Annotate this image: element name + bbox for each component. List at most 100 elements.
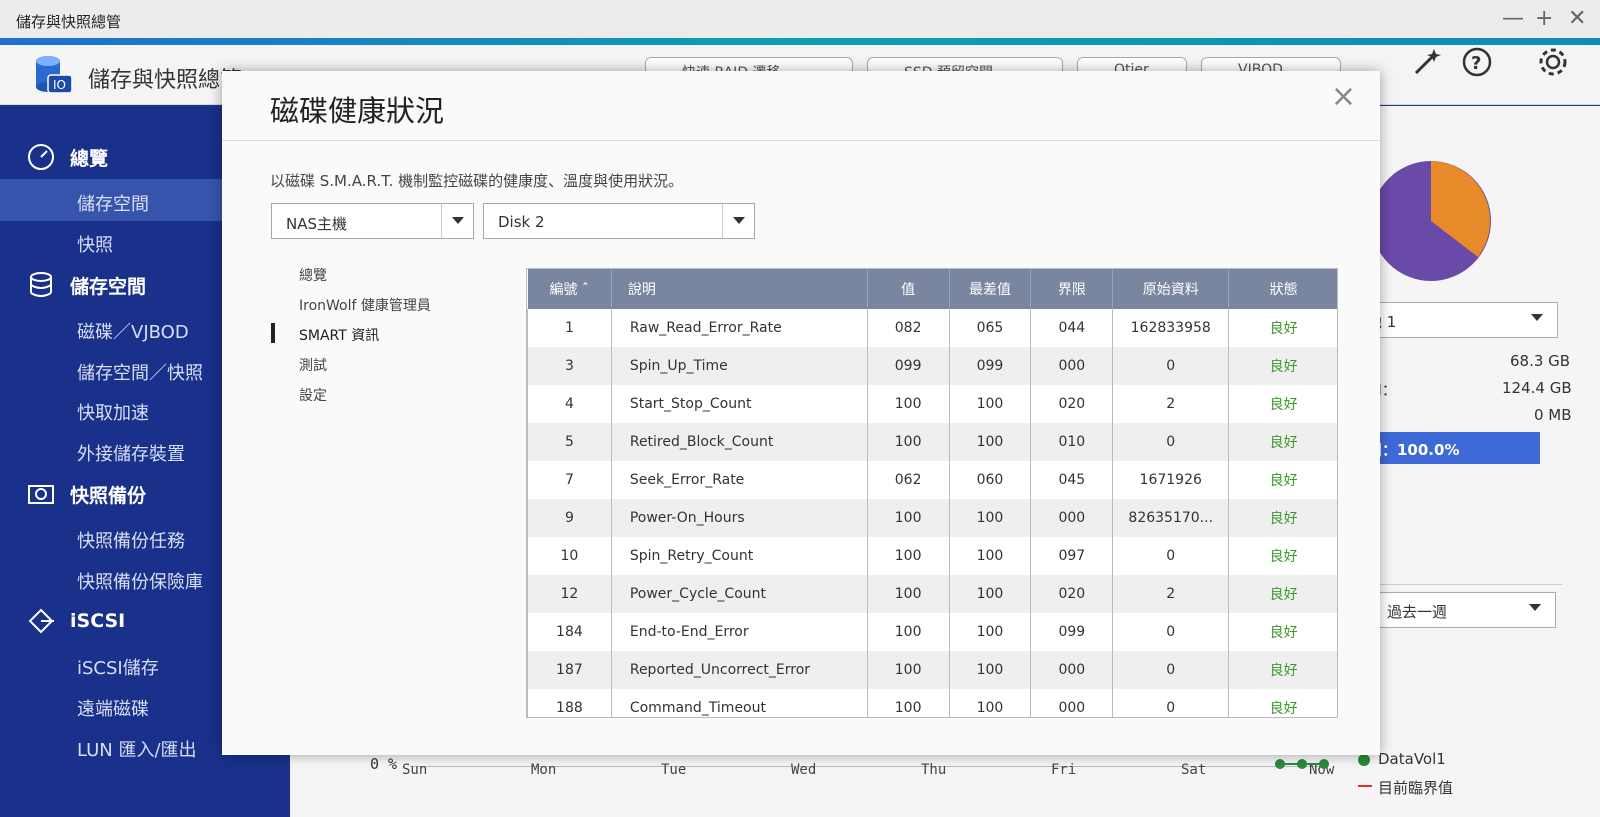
x-tick-sun: Sun bbox=[402, 762, 428, 778]
smart-table-container[interactable]: 編號 ˆ 說明 值 最差值 界限 原始資料 狀態 1 Raw_Read_Error… bbox=[526, 268, 1338, 718]
disk-health-dialog: 磁碟健康狀況 × 以磁碟 S.M.A.R.T. 機制監控磁碟的健康度、溫度與使用… bbox=[222, 71, 1380, 755]
stat-value-lun: 124.4 GB bbox=[1502, 379, 1572, 397]
sidebar-section-overview[interactable]: 總覽 bbox=[26, 142, 108, 172]
legend-threshold-marker bbox=[1358, 785, 1372, 787]
sidebar-item-storage-snapshot[interactable]: 儲存空間／快照 bbox=[77, 359, 203, 385]
col-header-id[interactable]: 編號 ˆ bbox=[527, 269, 612, 309]
svg-text:IO: IO bbox=[53, 78, 66, 92]
nav-smart-info[interactable]: SMART 資訊 bbox=[299, 325, 379, 345]
x-tick-tue: Tue bbox=[661, 762, 687, 778]
maximize-icon[interactable]: + bbox=[1535, 6, 1553, 31]
camera-icon bbox=[28, 485, 54, 504]
cell-status: 良好 bbox=[1228, 613, 1337, 651]
sidebar-item-storage-space[interactable]: 儲存空間 bbox=[77, 190, 149, 216]
sidebar-section-snapshot-backup[interactable]: 快照備份 bbox=[26, 479, 146, 509]
nav-active-indicator bbox=[271, 323, 275, 343]
cell-id: 187 bbox=[527, 651, 612, 689]
cell-status: 良好 bbox=[1228, 575, 1337, 613]
cell-description: Raw_Read_Error_Rate bbox=[610, 309, 868, 347]
period-select[interactable]: 過去一週 bbox=[1372, 592, 1556, 628]
table-row[interactable]: 7 Seek_Error_Rate 062 060 045 1671926 良好 bbox=[527, 461, 1337, 499]
cell-raw: 162833958 bbox=[1112, 309, 1230, 347]
cell-value: 100 bbox=[866, 689, 950, 717]
pool-usage-pie bbox=[1371, 161, 1491, 281]
cell-id: 7 bbox=[527, 461, 612, 499]
cell-value: 100 bbox=[866, 423, 950, 461]
dialog-divider bbox=[222, 140, 1380, 141]
wand-icon[interactable] bbox=[1410, 45, 1444, 79]
col-header-value[interactable]: 值 bbox=[867, 269, 950, 309]
cell-raw: 0 bbox=[1112, 537, 1230, 575]
table-row[interactable]: 184 End-to-End_Error 100 100 099 0 良好 bbox=[527, 613, 1337, 651]
col-header-threshold[interactable]: 界限 bbox=[1030, 269, 1114, 309]
cell-worst: 100 bbox=[948, 499, 1032, 537]
cell-worst: 060 bbox=[948, 461, 1032, 499]
col-header-status[interactable]: 狀態 bbox=[1228, 269, 1337, 309]
sidebar-item-iscsi-storage[interactable]: iSCSI儲存 bbox=[77, 654, 159, 680]
sidebar-section-iscsi[interactable]: iSCSI bbox=[26, 606, 125, 636]
sidebar-item-lun-import[interactable]: LUN 匯入/匯出 bbox=[77, 736, 197, 762]
cell-description: Spin_Retry_Count bbox=[610, 537, 868, 575]
table-row[interactable]: 188 Command_Timeout 100 100 000 0 良好 bbox=[527, 689, 1337, 717]
cell-status: 良好 bbox=[1228, 385, 1337, 423]
speedometer-icon bbox=[28, 144, 54, 170]
close-icon[interactable]: × bbox=[1331, 79, 1356, 114]
cell-id: 184 bbox=[527, 613, 612, 651]
close-window-icon[interactable]: ✕ bbox=[1568, 6, 1586, 31]
col-header-raw[interactable]: 原始資料 bbox=[1112, 269, 1230, 309]
cell-raw: 2 bbox=[1112, 575, 1230, 613]
sidebar-item-disks[interactable]: 磁碟／VJBOD bbox=[77, 318, 189, 344]
cell-status: 良好 bbox=[1228, 461, 1337, 499]
sidebar-item-cache[interactable]: 快取加速 bbox=[77, 399, 149, 425]
table-row[interactable]: 5 Retired_Block_Count 100 100 010 0 良好 bbox=[527, 423, 1337, 461]
legend-datavol: DataVol1 bbox=[1378, 750, 1446, 768]
nav-ironwolf[interactable]: IronWolf 健康管理員 bbox=[299, 295, 431, 315]
sidebar-item-remote-disk[interactable]: 遠端磁碟 bbox=[77, 695, 149, 721]
chevron-down-icon bbox=[722, 204, 754, 238]
cell-id: 4 bbox=[527, 385, 612, 423]
host-select[interactable]: NAS主機 bbox=[271, 203, 474, 239]
sidebar-item-external[interactable]: 外接儲存裝置 bbox=[77, 440, 185, 466]
database-icon bbox=[30, 272, 52, 297]
cell-description: End-to-End_Error bbox=[610, 613, 868, 651]
sidebar-item-snapshot[interactable]: 快照 bbox=[77, 231, 113, 257]
cell-worst: 099 bbox=[948, 347, 1032, 385]
cell-raw: 0 bbox=[1112, 423, 1230, 461]
x-tick-fri: Fri bbox=[1051, 762, 1077, 778]
sidebar-item-backup-jobs[interactable]: 快照備份任務 bbox=[77, 527, 185, 553]
nav-settings[interactable]: 設定 bbox=[299, 385, 327, 405]
sidebar-section-storage[interactable]: 儲存空間 bbox=[26, 270, 146, 300]
sidebar-item-backup-vault[interactable]: 快照備份保險庫 bbox=[77, 568, 203, 594]
col-header-description[interactable]: 說明 bbox=[611, 269, 868, 309]
table-row[interactable]: 187 Reported_Uncorrect_Error 100 100 000 0 良好 bbox=[527, 651, 1337, 689]
nav-overview[interactable]: 總覽 bbox=[299, 265, 327, 285]
table-row[interactable]: 3 Spin_Up_Time 099 099 000 0 良好 bbox=[527, 347, 1337, 385]
cell-value: 082 bbox=[866, 309, 950, 347]
help-icon[interactable]: ? bbox=[1460, 45, 1494, 79]
cell-value: 100 bbox=[866, 575, 950, 613]
pool-select[interactable]: 池 1 bbox=[1352, 302, 1558, 338]
table-row[interactable]: 4 Start_Stop_Count 100 100 020 2 良好 bbox=[527, 385, 1337, 423]
cell-value: 100 bbox=[866, 385, 950, 423]
window-titlebar: 儲存與快照總管 — + ✕ bbox=[0, 0, 1600, 38]
minimize-icon[interactable]: — bbox=[1502, 6, 1524, 31]
gear-icon[interactable] bbox=[1536, 45, 1570, 79]
cell-status: 良好 bbox=[1228, 651, 1337, 689]
stat-value-3: 0 MB bbox=[1534, 406, 1572, 424]
nav-test[interactable]: 測試 bbox=[299, 355, 327, 375]
col-header-worst[interactable]: 最差值 bbox=[949, 269, 1032, 309]
disk-select[interactable]: Disk 2 bbox=[483, 203, 755, 239]
table-row[interactable]: 10 Spin_Retry_Count 100 100 097 0 良好 bbox=[527, 537, 1337, 575]
table-row[interactable]: 9 Power-On_Hours 100 100 000 82635170... 良好 bbox=[527, 499, 1337, 537]
accent-strip bbox=[0, 38, 1600, 45]
svg-text:?: ? bbox=[1471, 53, 1481, 74]
table-row[interactable]: 1 Raw_Read_Error_Rate 082 065 044 162833958 良好 bbox=[527, 309, 1337, 347]
chevron-down-icon bbox=[441, 204, 473, 238]
cell-threshold: 020 bbox=[1030, 575, 1114, 613]
cell-threshold: 099 bbox=[1030, 613, 1114, 651]
table-row[interactable]: 12 Power_Cycle_Count 100 100 020 2 良好 bbox=[527, 575, 1337, 613]
x-tick-mon: Mon bbox=[531, 762, 557, 778]
cell-status: 良好 bbox=[1228, 499, 1337, 537]
cell-raw: 1671926 bbox=[1112, 461, 1230, 499]
x-tick-sat: Sat bbox=[1181, 762, 1207, 778]
